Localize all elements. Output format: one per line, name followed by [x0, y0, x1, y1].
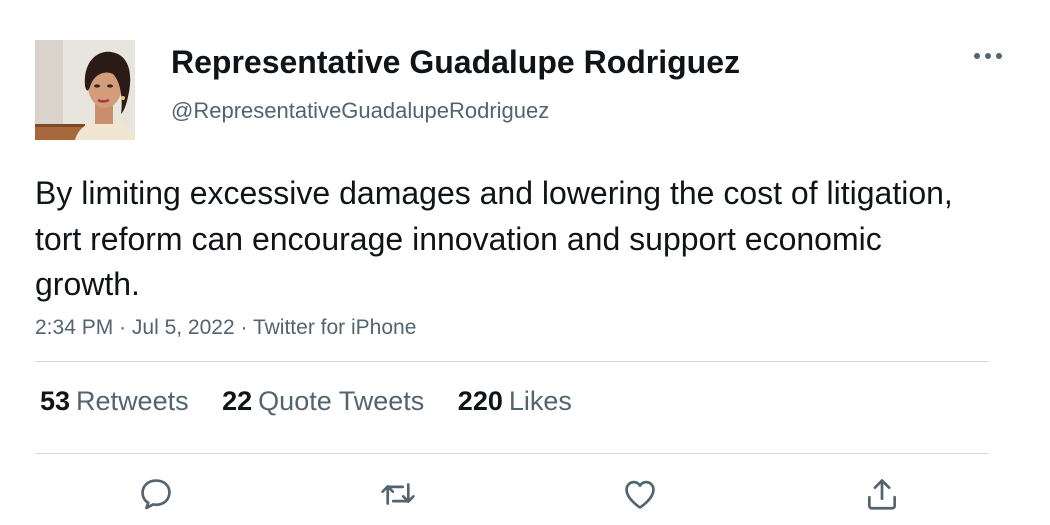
tweet-stats: 53 Retweets 22 Quote Tweets 220 Likes [40, 386, 598, 417]
tweet-meta: 2:34 PM · Jul 5, 2022 · Twitter for iPho… [35, 316, 416, 340]
divider [35, 361, 989, 362]
more-options-button[interactable] [970, 44, 1006, 68]
likes-stat[interactable]: 220 Likes [458, 386, 572, 416]
meta-separator: · [240, 316, 248, 339]
divider [35, 453, 989, 454]
likes-label: Likes [508, 386, 572, 416]
quote-tweets-stat[interactable]: 22 Quote Tweets [222, 386, 424, 416]
share-icon [867, 479, 897, 510]
tweet-text: By limiting excessive damages and loweri… [35, 175, 953, 302]
tweet-time[interactable]: 2:34 PM [35, 316, 113, 339]
meta-separator: · [119, 316, 127, 339]
like-button[interactable] [620, 474, 660, 514]
retweet-icon [381, 483, 415, 505]
share-button[interactable] [862, 474, 902, 514]
tweet-date[interactable]: Jul 5, 2022 [132, 316, 235, 339]
tweet-source[interactable]: Twitter for iPhone [253, 316, 416, 339]
retweet-button[interactable] [378, 474, 418, 514]
avatar[interactable] [35, 40, 135, 140]
quote-tweets-label: Quote Tweets [258, 386, 425, 416]
avatar-photo [35, 40, 135, 140]
author-display-name[interactable]: Representative Guadalupe Rodriguez [171, 44, 740, 81]
author-handle[interactable]: @RepresentativeGuadalupeRodriguez [171, 98, 549, 124]
reply-icon [141, 479, 171, 510]
retweets-stat[interactable]: 53 Retweets [40, 386, 189, 416]
more-icon [974, 53, 1002, 59]
like-icon [625, 480, 655, 509]
retweets-count: 53 [40, 386, 71, 416]
retweets-label: Retweets [76, 386, 189, 416]
likes-count: 220 [457, 386, 503, 416]
quote-tweets-count: 22 [222, 386, 253, 416]
reply-button[interactable] [136, 474, 176, 514]
